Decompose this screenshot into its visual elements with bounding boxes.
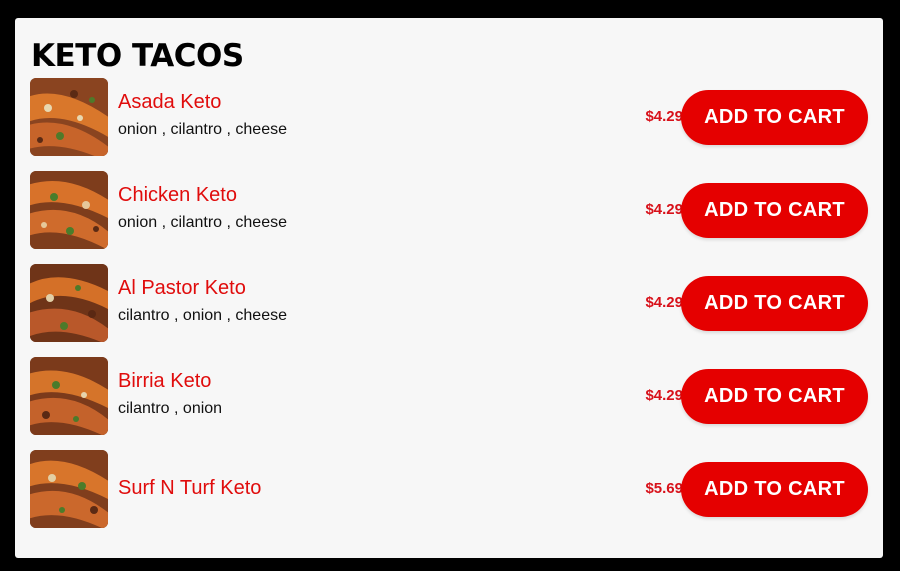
menu-item: Birria Keto cilantro , onion $4.29 ADD T…: [30, 357, 868, 437]
item-photo[interactable]: [30, 264, 108, 342]
menu-item: Chicken Keto onion , cilantro , cheese $…: [30, 171, 868, 251]
taco-image: [30, 357, 108, 435]
item-description: onion , cilantro , cheese: [118, 214, 287, 231]
add-to-cart-button[interactable]: ADD TO CART: [681, 276, 868, 331]
item-price: $5.69: [645, 480, 683, 497]
item-name: Chicken Keto: [118, 184, 237, 206]
item-price: $4.29: [645, 294, 683, 311]
add-to-cart-button[interactable]: ADD TO CART: [681, 462, 868, 517]
item-price: $4.29: [645, 201, 683, 218]
item-name: Surf N Turf Keto: [118, 477, 262, 499]
add-to-cart-button[interactable]: ADD TO CART: [681, 369, 868, 424]
taco-image: [30, 171, 108, 249]
add-to-cart-button[interactable]: ADD TO CART: [681, 183, 868, 238]
item-name: Al Pastor Keto: [118, 277, 246, 299]
item-description: cilantro , onion , cheese: [118, 307, 287, 324]
item-price: $4.29: [645, 387, 683, 404]
item-photo[interactable]: [30, 78, 108, 156]
item-name: Asada Keto: [118, 91, 222, 113]
item-name: Birria Keto: [118, 370, 212, 392]
menu-item: Asada Keto onion , cilantro , cheese $4.…: [30, 78, 868, 158]
menu-item: Al Pastor Keto cilantro , onion , cheese…: [30, 264, 868, 344]
item-description: cilantro , onion: [118, 400, 223, 417]
item-photo[interactable]: [30, 450, 108, 528]
add-to-cart-button[interactable]: ADD TO CART: [681, 90, 868, 145]
taco-image: [30, 264, 108, 342]
section-title: KETO TACOS: [31, 38, 244, 74]
item-price: $4.29: [645, 108, 683, 125]
item-photo[interactable]: [30, 171, 108, 249]
item-photo[interactable]: [30, 357, 108, 435]
menu-card: KETO TACOS Asada Keto onion , cilantro ,…: [15, 18, 883, 558]
menu-item: Surf N Turf Keto $5.69 ADD TO CART: [30, 450, 868, 530]
taco-image: [30, 78, 108, 156]
item-description: onion , cilantro , cheese: [118, 121, 287, 138]
taco-image: [30, 450, 108, 528]
